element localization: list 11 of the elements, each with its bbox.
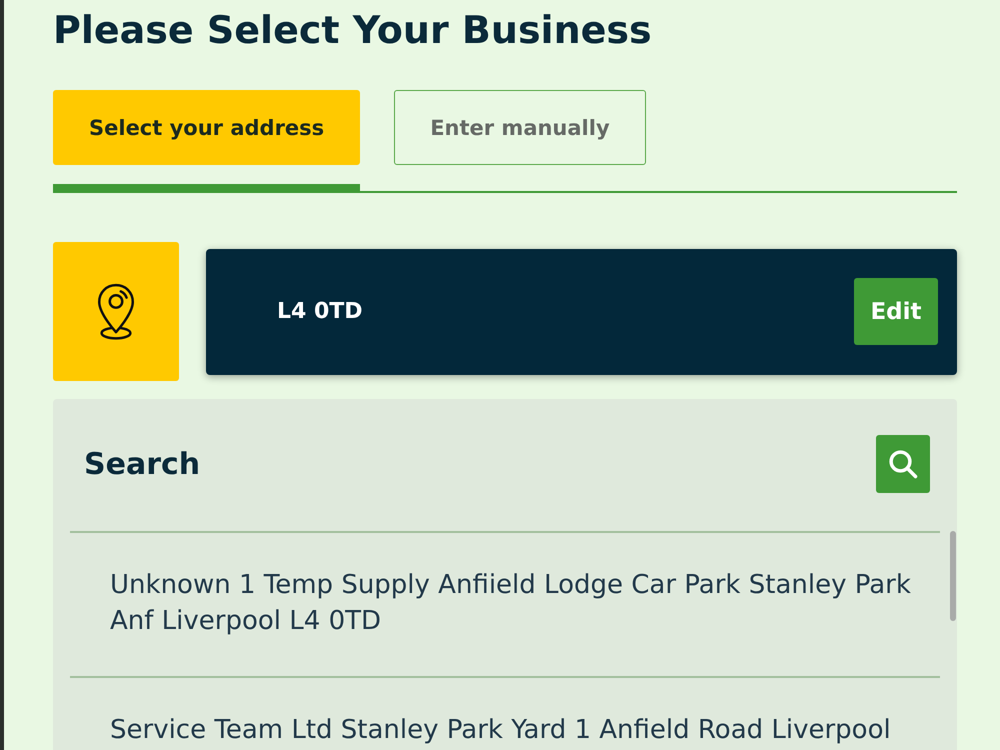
location-pin-icon <box>53 242 179 381</box>
tab[interactable]: Enter manually <box>394 90 646 165</box>
search-button[interactable] <box>876 435 930 493</box>
page-title: Please Select Your Business <box>53 7 652 53</box>
edit-button[interactable]: Edit <box>854 278 938 345</box>
address-option[interactable]: Unknown 1 Temp Supply Anfiield Lodge Car Park Stanley Park Anf Liverpool L4 0TD <box>70 533 940 678</box>
search-label: Search <box>84 446 200 482</box>
search-icon <box>888 449 918 479</box>
address-option[interactable]: Service Team Ltd Stanley Park Yard 1 Anfield Road Liverpool <box>70 678 940 750</box>
tab[interactable]: Select your address <box>53 90 360 165</box>
postcode-value: L4 0TD <box>277 299 363 324</box>
